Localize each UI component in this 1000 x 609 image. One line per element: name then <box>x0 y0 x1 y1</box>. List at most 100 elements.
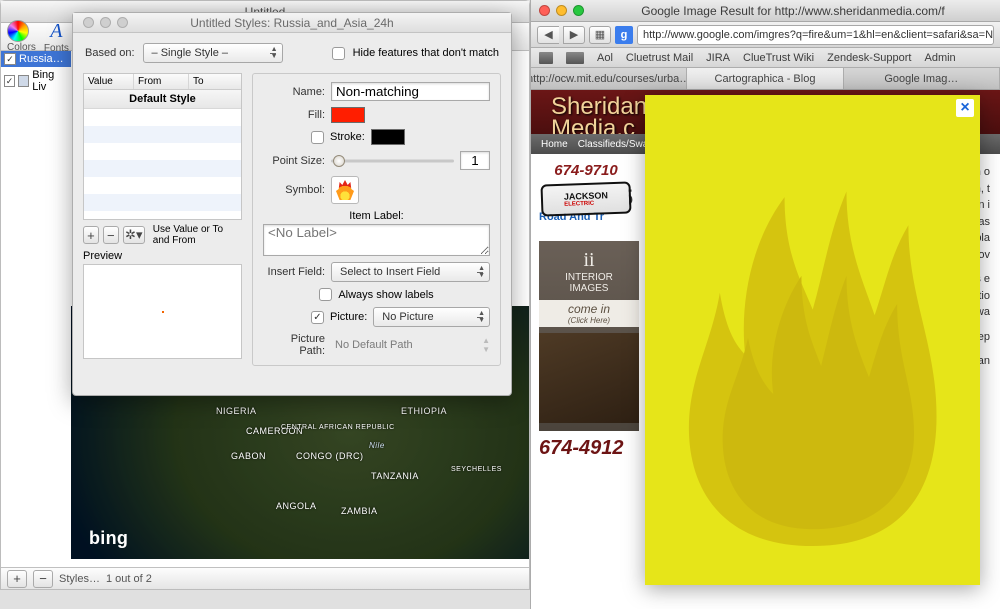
layer-row[interactable]: Russia… <box>1 51 71 67</box>
safari-titlebar[interactable]: Google Image Result for http://www.sheri… <box>531 0 1000 22</box>
fill-swatch[interactable] <box>331 107 365 123</box>
col-from[interactable]: From <box>134 74 189 89</box>
style-count: 1 out of 2 <box>106 573 152 585</box>
ad-interior[interactable]: ii INTERIOR IMAGES come in(Click Here) <box>539 241 639 431</box>
layer-visible-checkbox[interactable] <box>4 53 16 65</box>
rules-table[interactable]: Value From To Default Style <box>83 73 242 220</box>
fill-label: Fill: <box>263 109 325 121</box>
remove-rule-button[interactable]: − <box>103 226 119 244</box>
remove-button[interactable]: − <box>33 570 53 588</box>
map-label: ANGOLA <box>276 501 317 511</box>
insert-field-popup[interactable]: Select to Insert Field▲▼ <box>331 262 490 282</box>
map-label: CONGO (DRC) <box>296 451 364 461</box>
col-value[interactable]: Value <box>84 74 134 89</box>
pointsize-label: Point Size: <box>263 155 325 167</box>
pointsize-slider[interactable] <box>331 154 454 168</box>
table-hint: Use Value or To and From <box>153 224 242 246</box>
itemlabel-field[interactable] <box>263 224 490 256</box>
insert-label: Insert Field: <box>263 266 325 278</box>
preview-box <box>83 264 242 359</box>
bookmark-item[interactable]: Aol <box>597 52 613 64</box>
bookmark-item[interactable]: JIRA <box>706 52 730 64</box>
name-field[interactable] <box>331 82 490 101</box>
tab-cartographica[interactable]: Cartographica - Blog <box>687 68 843 89</box>
close-icon[interactable] <box>539 5 550 16</box>
sheet-title: Untitled Styles: Russia_and_Asia_24h <box>73 16 511 30</box>
page-sidebar: 674-9710 JACKSONELECTRIC 5 Road And Tr i… <box>531 154 641 468</box>
layer-visible-checkbox[interactable] <box>4 75 15 87</box>
fonts-icon[interactable]: A <box>44 20 69 43</box>
rule-action-menu[interactable]: ✲▾ <box>123 226 145 244</box>
map-label: TANZANIA <box>371 471 419 481</box>
phone-number: 674-9710 <box>539 162 633 179</box>
based-on-popup[interactable]: – Single Style –▲▼ <box>143 43 283 63</box>
bookmark-item[interactable]: Admin <box>925 52 956 64</box>
map-label: ETHIOPIA <box>401 406 447 416</box>
picpath-value: No Default Path <box>331 339 413 351</box>
picture-checkbox[interactable] <box>311 311 324 324</box>
bookmark-item[interactable]: Zendesk-Support <box>827 52 911 64</box>
tab-bar: http://ocw.mit.edu/courses/urba… Cartogr… <box>531 68 1000 90</box>
tab-google-image[interactable]: Google Imag… <box>844 68 1000 89</box>
always-show-checkbox[interactable] <box>319 288 332 301</box>
flame-icon <box>336 180 354 200</box>
url-field[interactable]: http://www.google.com/imgres?q=fire&um=1… <box>637 25 994 45</box>
site-icon: g <box>615 26 633 44</box>
map-label: ZAMBIA <box>341 506 378 516</box>
colors-icon[interactable] <box>7 20 29 42</box>
tab-mit[interactable]: http://ocw.mit.edu/courses/urba… <box>531 68 687 89</box>
reading-list-icon[interactable] <box>566 52 584 64</box>
stroke-checkbox[interactable] <box>311 131 324 144</box>
layer-row[interactable]: Bing Liv <box>1 67 71 95</box>
default-style-row[interactable]: Default Style <box>84 90 241 109</box>
hide-features-label: Hide features that don't match <box>353 47 499 59</box>
layer-name: Bing Liv <box>32 69 68 93</box>
symbol-well[interactable] <box>331 176 359 204</box>
picpath-label: Picture Path: <box>263 333 325 357</box>
sheet-titlebar[interactable]: Untitled Styles: Russia_and_Asia_24h <box>73 13 511 33</box>
bookmarks-icon[interactable] <box>539 52 553 64</box>
layers-panel: Russia… Bing Liv <box>1 51 71 95</box>
minimize-icon[interactable] <box>556 5 567 16</box>
forward-button[interactable]: ▶ <box>563 26 585 44</box>
style-form: Name: Fill: Stroke: Point Size: Symbol: … <box>252 73 501 366</box>
add-button[interactable]: + <box>7 570 27 588</box>
styles-sheet: Untitled Styles: Russia_and_Asia_24h Bas… <box>72 12 512 396</box>
map-label: Nile <box>369 441 385 450</box>
bookmark-item[interactable]: Cluetrust Mail <box>626 52 693 64</box>
ad-jackson[interactable]: JACKSONELECTRIC <box>540 181 631 216</box>
stroke-swatch[interactable] <box>371 129 405 145</box>
phone-number-bottom: 674-4912 <box>539 437 633 460</box>
toolbar-button[interactable]: ▦ <box>589 26 611 44</box>
map-label: GABON <box>231 451 266 461</box>
name-label: Name: <box>263 86 325 98</box>
picture-label: Picture: <box>330 311 367 323</box>
bing-logo: bing <box>89 528 128 549</box>
styles-link[interactable]: Styles… <box>59 573 100 585</box>
add-rule-button[interactable]: + <box>83 226 99 244</box>
nav-item[interactable]: Home <box>541 139 568 150</box>
hide-features-checkbox[interactable] <box>332 47 345 60</box>
rules-rows[interactable] <box>84 109 241 219</box>
map-label: SEYCHELLES <box>451 466 502 473</box>
symbol-label: Symbol: <box>263 184 325 196</box>
back-button[interactable]: ◀ <box>537 26 559 44</box>
preview-label: Preview <box>83 250 242 262</box>
map-label: CENTRAL AFRICAN REPUBLIC <box>281 424 395 431</box>
layer-swatch <box>18 75 29 87</box>
bookmark-item[interactable]: ClueTrust Wiki <box>743 52 814 64</box>
col-to[interactable]: To <box>189 74 241 89</box>
picture-popup[interactable]: No Picture▲▼ <box>373 307 490 327</box>
close-overlay-button[interactable]: × <box>956 99 974 117</box>
map-statusbar: + − Styles… 1 out of 2 <box>1 567 529 589</box>
fire-image <box>672 144 953 565</box>
stroke-label: Stroke: <box>330 131 365 143</box>
safari-title: Google Image Result for http://www.sheri… <box>594 4 992 18</box>
zoom-icon[interactable] <box>573 5 584 16</box>
image-overlay: × <box>645 95 980 585</box>
based-on-label: Based on: <box>85 47 135 59</box>
pointsize-field[interactable] <box>460 151 490 170</box>
bookmarks-bar: Aol Cluetrust Mail JIRA ClueTrust Wiki Z… <box>531 48 1000 68</box>
safari-toolbar: ◀ ▶ ▦ g http://www.google.com/imgres?q=f… <box>531 22 1000 48</box>
itemlabel-label: Item Label: <box>263 210 490 222</box>
